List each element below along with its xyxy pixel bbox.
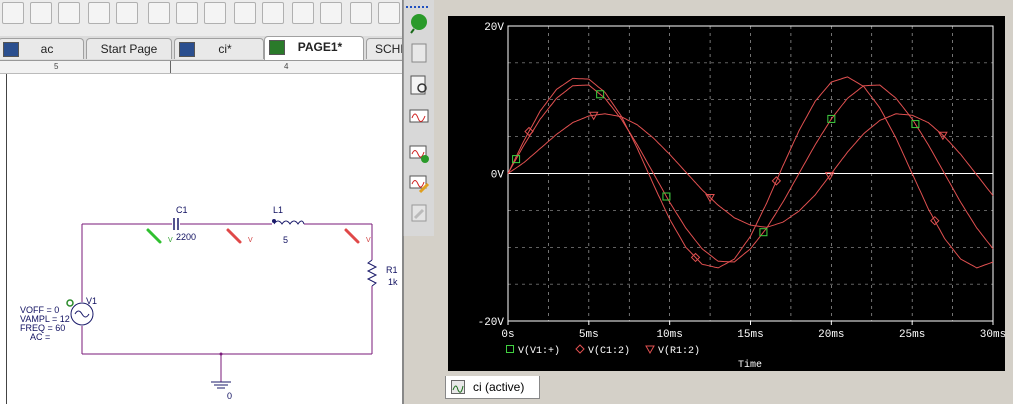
tab-ci[interactable]: ci* [174,38,264,59]
schematic-canvas[interactable]: C1 2200 L1 5 R1 1k V1 VOFF = 0 VAMPL = 1… [0,74,402,404]
horizontal-ruler: 5 4 [0,61,402,74]
r1-ref[interactable]: R1 [386,265,398,275]
waveform-probe-icon[interactable] [408,106,430,128]
toolbar-tool-icon[interactable] [88,2,110,24]
schematic-toolbar [0,0,402,37]
add-trace-icon[interactable] [408,142,430,164]
view-output-icon[interactable] [408,74,430,96]
circuit-wires [66,218,378,389]
tab-label: ci (active) [473,380,525,394]
toolbar-tool-icon[interactable] [320,2,342,24]
v1-ac[interactable]: AC = [30,332,50,342]
waveform-plot[interactable]: 0s 5ms 10ms 15ms 20ms 25ms 30ms 20V 0V -20V V(V1:… [448,16,1005,371]
tab-start-page[interactable]: Start Page [86,38,172,59]
ground-label: 0 [227,391,233,401]
x-tick-label: 5ms [579,329,599,341]
probe-mark-v1: V [168,237,173,244]
ruler-mark: 5 [54,62,59,71]
x-tick-label: 15ms [737,329,763,341]
edit-trace-icon[interactable] [408,172,430,194]
toolbar-tool-icon[interactable] [292,2,314,24]
toolbar-tool-icon[interactable] [176,2,198,24]
tab-label: ci* [218,42,232,56]
c1-ref[interactable]: C1 [176,205,188,215]
toolbar-tool-icon[interactable] [116,2,138,24]
waveform-tab-icon [451,380,465,394]
x-tick-label: 20ms [818,329,844,341]
ruler-divider [170,61,171,73]
tab-ci-active[interactable]: ci (active) [445,376,540,399]
settings-icon[interactable] [408,202,430,224]
toolbar-tool-icon[interactable] [234,2,256,24]
l1-ref[interactable]: L1 [273,205,283,215]
l1-value[interactable]: 5 [283,235,288,245]
document-icon[interactable] [408,42,430,64]
r1-value[interactable]: 1k [388,277,398,287]
x-tick-label: 25ms [899,329,925,341]
toolbar-tool-icon[interactable] [58,2,80,24]
tab-ac[interactable]: ac [0,38,84,59]
c1-value[interactable]: 2200 [176,232,196,242]
run-simulation-icon[interactable] [408,12,430,34]
x-tick-label: 30ms [980,329,1005,341]
legend-label: V(R1:2) [658,345,700,357]
y-tick-label: 20V [484,22,504,34]
y-tick-label: 0V [491,170,505,182]
document-tabs: ac Start Page ci* PAGE1* SCHE [0,36,436,61]
probe-mark-r1: V [366,237,371,244]
tab-label: Start Page [100,42,158,56]
probe-mark-c1: V [248,237,253,244]
x-axis-label: Time [738,359,762,371]
schematic-icon [3,42,19,57]
plot-legend: V(V1:+) V(C1:2) V(R1:2) [506,344,700,357]
tab-label: PAGE1* [297,40,343,54]
toolbar-tool-icon[interactable] [378,2,400,24]
tab-page1[interactable]: PAGE1* [264,36,364,60]
tab-label: ac [40,42,54,56]
toolbar-tool-icon[interactable] [2,2,24,24]
toolbar-grip-icon[interactable] [406,6,432,10]
schematic-icon [179,42,195,57]
y-tick-label: -20V [478,317,505,329]
toolbar-tool-icon[interactable] [204,2,226,24]
x-tick-label: 0s [501,329,514,341]
ruler-mark: 4 [284,62,289,71]
v1-ref[interactable]: V1 [86,296,97,306]
page-icon [269,40,285,55]
toolbar-tool-icon[interactable] [262,2,284,24]
legend-label: V(C1:2) [588,345,630,357]
toolbar-tool-icon[interactable] [30,2,52,24]
toolbar-tool-icon[interactable] [350,2,372,24]
legend-label: V(V1:+) [518,345,560,357]
toolbar-tool-icon[interactable] [148,2,170,24]
probe-toolbar [403,0,436,236]
x-tick-label: 10ms [656,329,682,341]
